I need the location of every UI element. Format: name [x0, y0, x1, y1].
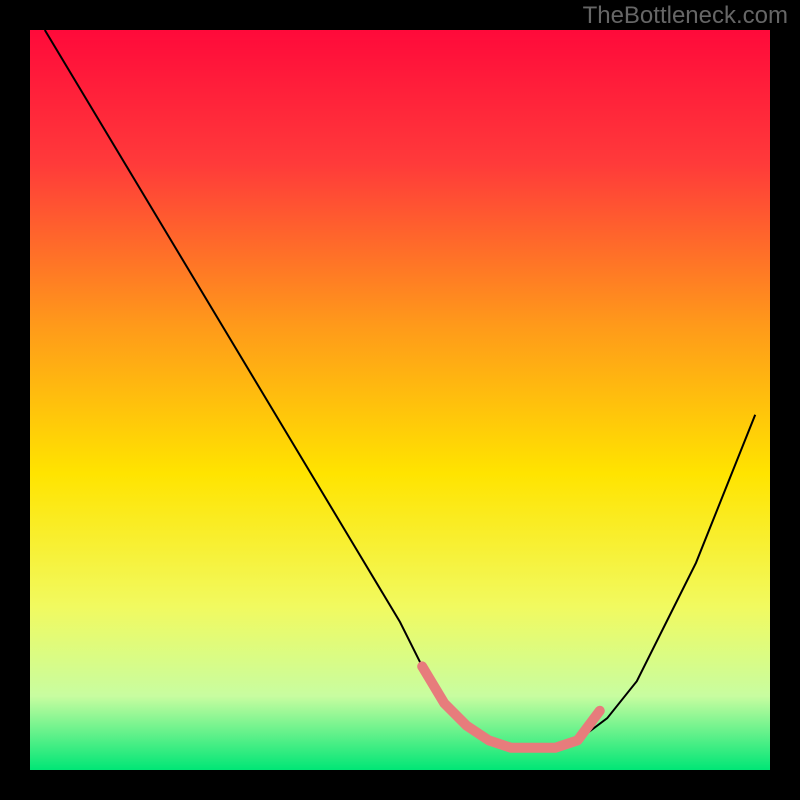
- chart-canvas: [30, 30, 770, 770]
- gradient-background: [30, 30, 770, 770]
- bottleneck-chart: [30, 30, 770, 770]
- watermark-text: TheBottleneck.com: [583, 2, 788, 30]
